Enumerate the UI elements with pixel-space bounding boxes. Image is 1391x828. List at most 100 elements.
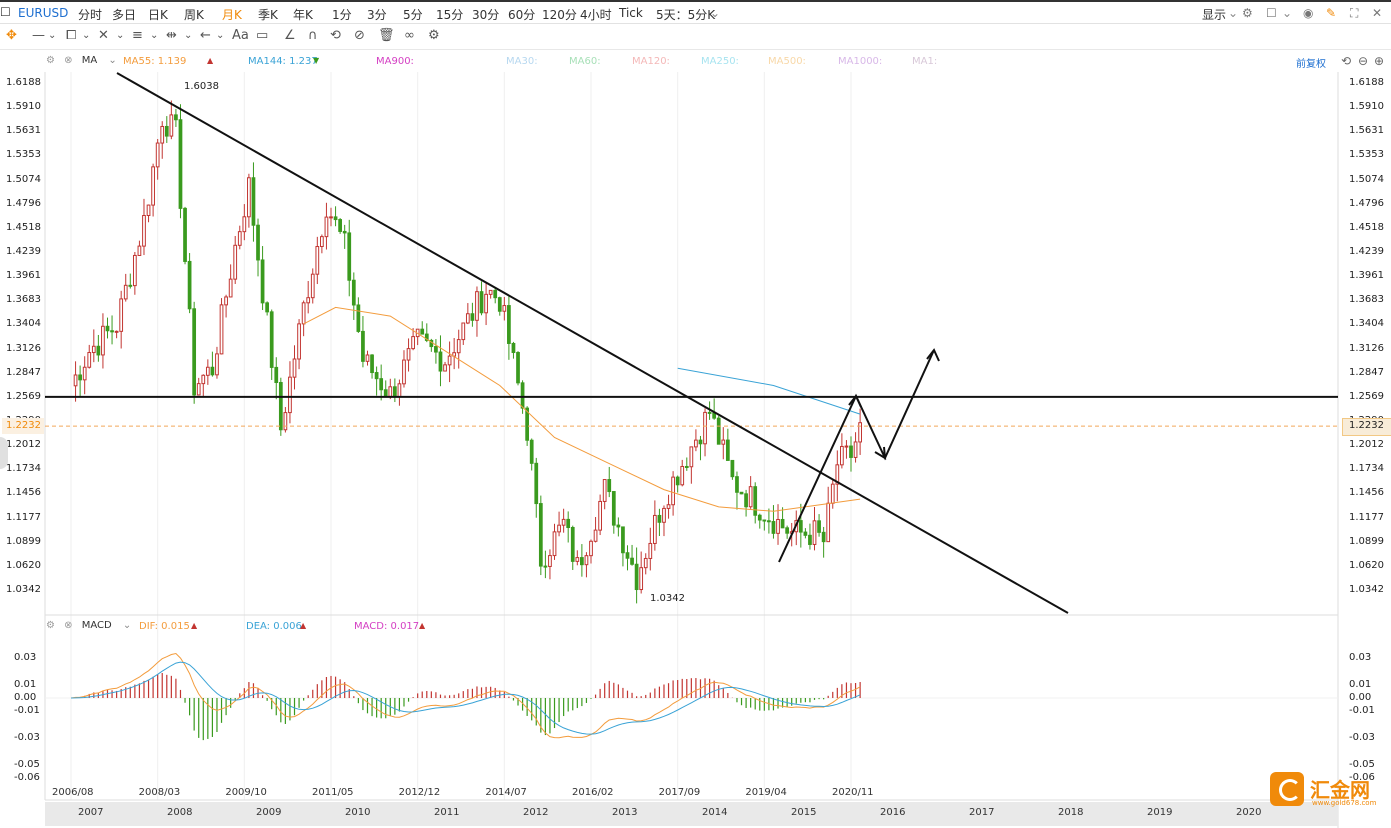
zoom-out-icon[interactable]: ⊖	[1358, 54, 1368, 68]
zoom-in-icon[interactable]: ⊕	[1374, 54, 1384, 68]
candle-body	[744, 493, 748, 508]
candle-body	[91, 345, 96, 354]
price-tick-label: 1.2569	[6, 390, 41, 402]
candle-body	[707, 411, 712, 414]
indicator-name[interactable]: MACD	[82, 620, 112, 631]
candle-body	[297, 323, 301, 360]
chevron-down-icon[interactable]: ⌄	[108, 55, 116, 66]
candle-body	[247, 177, 251, 218]
macd-tick-label: -0.05	[14, 758, 40, 770]
candle-body	[119, 298, 124, 332]
candle-body	[507, 305, 511, 344]
ma250-label: MA250:	[701, 56, 739, 67]
price-tick-label: 1.0620	[6, 559, 41, 571]
panel-handle[interactable]	[0, 437, 8, 469]
indicator-name[interactable]: MA	[82, 55, 97, 66]
candle-body	[470, 313, 475, 321]
candle-body	[584, 555, 589, 566]
candle-body	[849, 445, 853, 458]
candle-body	[301, 302, 306, 325]
price-tick-label: 1.3683	[1349, 294, 1384, 306]
candle-body	[529, 439, 534, 464]
candle-body	[383, 389, 388, 397]
year-label: 2015	[791, 807, 817, 818]
candle-body	[516, 352, 520, 384]
time-tick-label: 2019/04	[745, 787, 787, 798]
current-price-left: 1.2232	[6, 420, 41, 431]
adjust-mode[interactable]: 前复权	[1296, 55, 1326, 70]
price-tick-label: 1.0899	[1349, 535, 1384, 547]
time-tick-label: 2012/12	[398, 787, 441, 798]
close-icon[interactable]: ⊗	[64, 55, 72, 66]
reset-icon[interactable]: ⟲	[1341, 54, 1351, 68]
candle-body	[123, 284, 128, 300]
price-tick-label: 1.5353	[6, 149, 41, 161]
candle-body	[365, 354, 370, 362]
year-label: 2020	[1236, 807, 1262, 818]
candle-body	[694, 439, 698, 448]
price-tick-label: 1.5631	[1349, 125, 1384, 137]
macd-tick-label: 0.00	[1349, 692, 1372, 703]
candle-body	[826, 502, 831, 543]
chart-canvas[interactable]	[0, 0, 1391, 828]
dif-line	[70, 652, 861, 739]
dif-value: DIF: 0.015	[139, 621, 190, 632]
candle-body	[511, 342, 516, 354]
time-axis-band	[45, 802, 1338, 826]
candle-body	[520, 382, 525, 409]
macd-tick-label: 0.01	[1349, 678, 1372, 690]
dea-value: DEA: 0.006	[246, 621, 302, 632]
year-label: 2012	[523, 807, 549, 818]
chevron-down-icon[interactable]: ⌄	[123, 620, 131, 631]
candle-body	[589, 540, 593, 557]
candle-body	[142, 215, 146, 247]
year-label: 2010	[345, 807, 371, 818]
year-label: 2018	[1058, 807, 1084, 818]
candle-body	[479, 291, 484, 314]
candle-body	[803, 531, 808, 536]
candle-body	[484, 293, 488, 314]
candle-body	[456, 339, 461, 354]
candle-body	[821, 531, 826, 543]
candle-body	[602, 479, 607, 502]
candle-body	[465, 313, 470, 324]
candle-body	[379, 378, 384, 391]
settings-icon[interactable]: ⚙	[46, 55, 55, 66]
macd-tick-label: 0.03	[1349, 652, 1372, 663]
candle-body	[174, 114, 178, 121]
candle-body	[844, 445, 849, 448]
candle-body	[196, 383, 201, 396]
settings-icon[interactable]: ⚙	[46, 620, 55, 631]
year-label: 2011	[434, 807, 460, 818]
year-label: 2017	[969, 807, 995, 818]
candle-body	[438, 351, 443, 372]
candle-body	[703, 411, 707, 445]
time-tick-label: 2011/05	[312, 787, 354, 798]
candle-body	[497, 297, 502, 312]
candle-body	[274, 366, 279, 384]
candle-body	[411, 336, 415, 350]
candle-body	[155, 142, 160, 168]
close-icon[interactable]: ⊗	[64, 620, 72, 631]
time-tick-label: 2016/02	[572, 787, 614, 798]
candle-body	[648, 542, 653, 559]
price-tick-label: 1.0342	[6, 584, 41, 595]
candle-body	[269, 311, 274, 368]
candle-body	[128, 284, 133, 287]
candle-body	[671, 476, 675, 506]
macd-tick-label: -0.03	[1349, 732, 1375, 743]
candle-body	[178, 119, 183, 209]
candle-body	[493, 289, 498, 299]
candle-body	[443, 364, 447, 372]
ma500-label: MA500:	[768, 56, 806, 67]
candle-body	[160, 125, 165, 144]
candle-body	[420, 328, 425, 335]
price-tick-label: 1.4518	[1349, 221, 1384, 233]
candle-body	[315, 246, 320, 275]
candle-body	[333, 216, 338, 221]
candle-body	[256, 224, 260, 261]
candle-body	[548, 555, 552, 567]
price-tick-label: 1.1177	[1349, 511, 1384, 523]
candle-body	[561, 518, 566, 526]
candle-body	[82, 366, 87, 381]
